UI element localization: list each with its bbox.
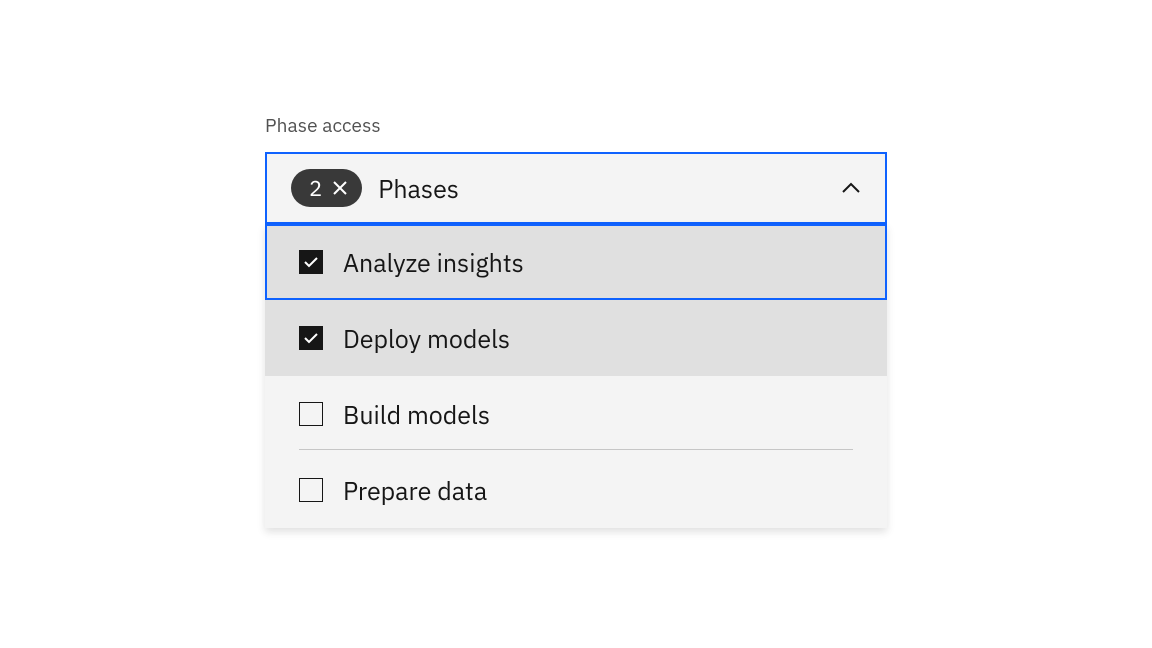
checkbox[interactable] xyxy=(299,250,323,274)
checkbox[interactable] xyxy=(299,402,323,426)
option-list: Analyze insights Deploy models Build model… xyxy=(265,224,887,528)
multiselect-dropdown: 2 Phases Analyze insights Deploy models Bu… xyxy=(265,152,887,528)
dropdown-placeholder: Phases xyxy=(378,172,841,205)
dropdown-header[interactable]: 2 Phases xyxy=(265,152,887,224)
option-row[interactable]: Prepare data xyxy=(265,452,887,528)
option-row[interactable]: Build models xyxy=(265,376,887,452)
option-label: Prepare data xyxy=(343,474,487,507)
option-label: Build models xyxy=(343,398,490,431)
option-divider xyxy=(299,449,853,450)
option-row[interactable]: Analyze insights xyxy=(265,224,887,300)
selection-count: 2 xyxy=(309,174,322,203)
clear-selection-icon[interactable] xyxy=(332,180,348,196)
chevron-up-icon xyxy=(841,181,861,195)
option-row[interactable]: Deploy models xyxy=(265,300,887,376)
option-label: Deploy models xyxy=(343,322,510,355)
field-label: Phase access xyxy=(265,114,887,138)
checkbox[interactable] xyxy=(299,326,323,350)
checkbox[interactable] xyxy=(299,478,323,502)
option-label: Analyze insights xyxy=(343,246,524,279)
selection-count-tag[interactable]: 2 xyxy=(291,169,362,207)
